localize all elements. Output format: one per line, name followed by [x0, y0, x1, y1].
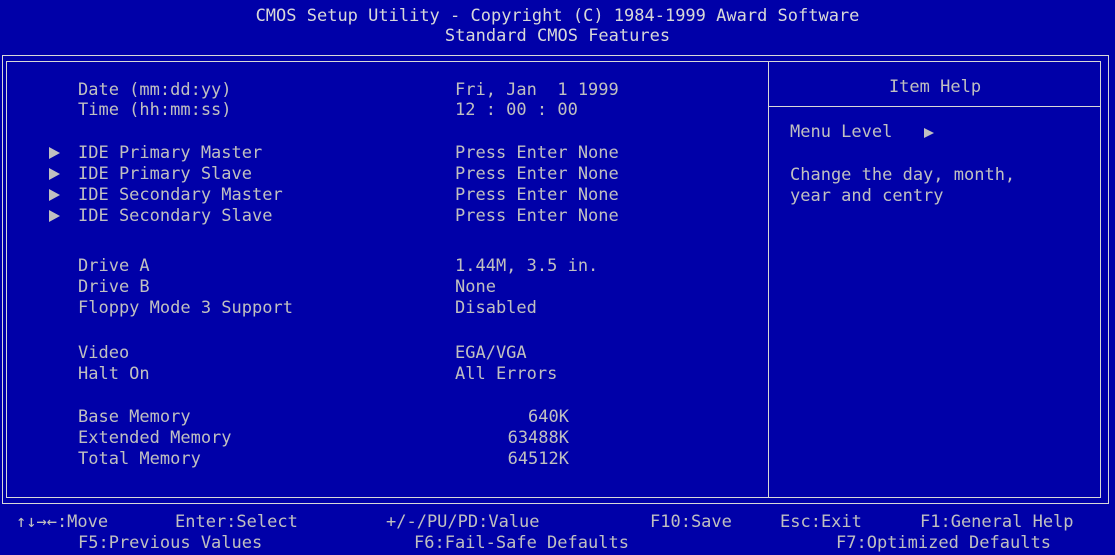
- submenu-arrow-icon: [49, 147, 60, 159]
- base-memory-value: 640K: [528, 407, 569, 427]
- ide-primary-slave-value[interactable]: Press Enter None: [455, 164, 619, 185]
- floppy-mode-value[interactable]: Disabled: [455, 298, 537, 319]
- move-hint: ↑↓→←:Move: [16, 512, 109, 532]
- value-hint: +/-/PU/PD:Value: [386, 512, 540, 532]
- extended-memory-label: Extended Memory: [78, 428, 232, 448]
- page-title: Standard CMOS Features: [444, 26, 671, 46]
- time-value[interactable]: 12 : 00 : 00: [455, 100, 578, 121]
- video-value[interactable]: EGA/VGA: [455, 343, 527, 364]
- drive-a-value[interactable]: 1.44M, 3.5 in.: [455, 256, 598, 277]
- drive-b-value[interactable]: None: [455, 277, 496, 298]
- total-memory-value: 64512K: [507, 449, 569, 469]
- panel-divider: [768, 61, 769, 498]
- help-title-divider: [768, 106, 1101, 107]
- ide-primary-master-label[interactable]: IDE Primary Master: [78, 143, 262, 164]
- submenu-arrow-icon: [49, 210, 60, 222]
- drive-b-label: Drive B: [78, 277, 150, 297]
- ide-secondary-master-label[interactable]: IDE Secondary Master: [78, 185, 283, 206]
- esc-exit-hint: Esc:Exit: [780, 512, 862, 532]
- extended-memory-value: 63488K: [507, 428, 569, 448]
- ide-primary-master-value[interactable]: Press Enter None: [455, 143, 619, 164]
- ide-secondary-slave-value[interactable]: Press Enter None: [455, 206, 619, 227]
- submenu-arrow-icon: [49, 168, 60, 180]
- submenu-arrow-icon: [49, 189, 60, 201]
- f10-save-hint: F10:Save: [650, 512, 732, 532]
- ide-secondary-slave-label[interactable]: IDE Secondary Slave: [78, 206, 272, 227]
- video-label: Video: [78, 343, 130, 363]
- drive-a-label: Drive A: [78, 256, 150, 276]
- header-title: CMOS Setup Utility - Copyright (C) 1984-…: [255, 6, 860, 26]
- halt-on-label: Halt On: [78, 364, 150, 384]
- time-label: Time (hh:mm:ss): [78, 100, 232, 120]
- help-text-line-1: Change the day, month,: [790, 165, 1016, 185]
- bios-screen: CMOS Setup Utility - Copyright (C) 1984-…: [0, 0, 1115, 555]
- base-memory-label: Base Memory: [78, 407, 191, 427]
- f5-hint: F5:Previous Values: [78, 533, 263, 553]
- menu-level-label: Menu Level: [790, 122, 893, 142]
- date-value[interactable]: Fri, Jan 1 1999: [455, 80, 619, 101]
- date-label: Date (mm:dd:yy): [78, 80, 232, 100]
- total-memory-label: Total Memory: [78, 449, 201, 469]
- ide-secondary-master-value[interactable]: Press Enter None: [455, 185, 619, 206]
- ide-primary-slave-label[interactable]: IDE Primary Slave: [78, 164, 252, 185]
- header: CMOS Setup Utility - Copyright (C) 1984-…: [0, 6, 1115, 46]
- f1-help-hint: F1:General Help: [920, 512, 1074, 532]
- f6-hint: F6:Fail-Safe Defaults: [414, 533, 629, 553]
- help-text-line-2: year and centry: [790, 186, 944, 206]
- f7-hint: F7:Optimized Defaults: [836, 533, 1051, 553]
- enter-hint: Enter:Select: [175, 512, 298, 532]
- menu-level-arrow-icon: [924, 128, 934, 138]
- floppy-mode-label: Floppy Mode 3 Support: [78, 298, 293, 318]
- item-help-title: Item Help: [888, 77, 982, 97]
- halt-on-value[interactable]: All Errors: [455, 364, 557, 385]
